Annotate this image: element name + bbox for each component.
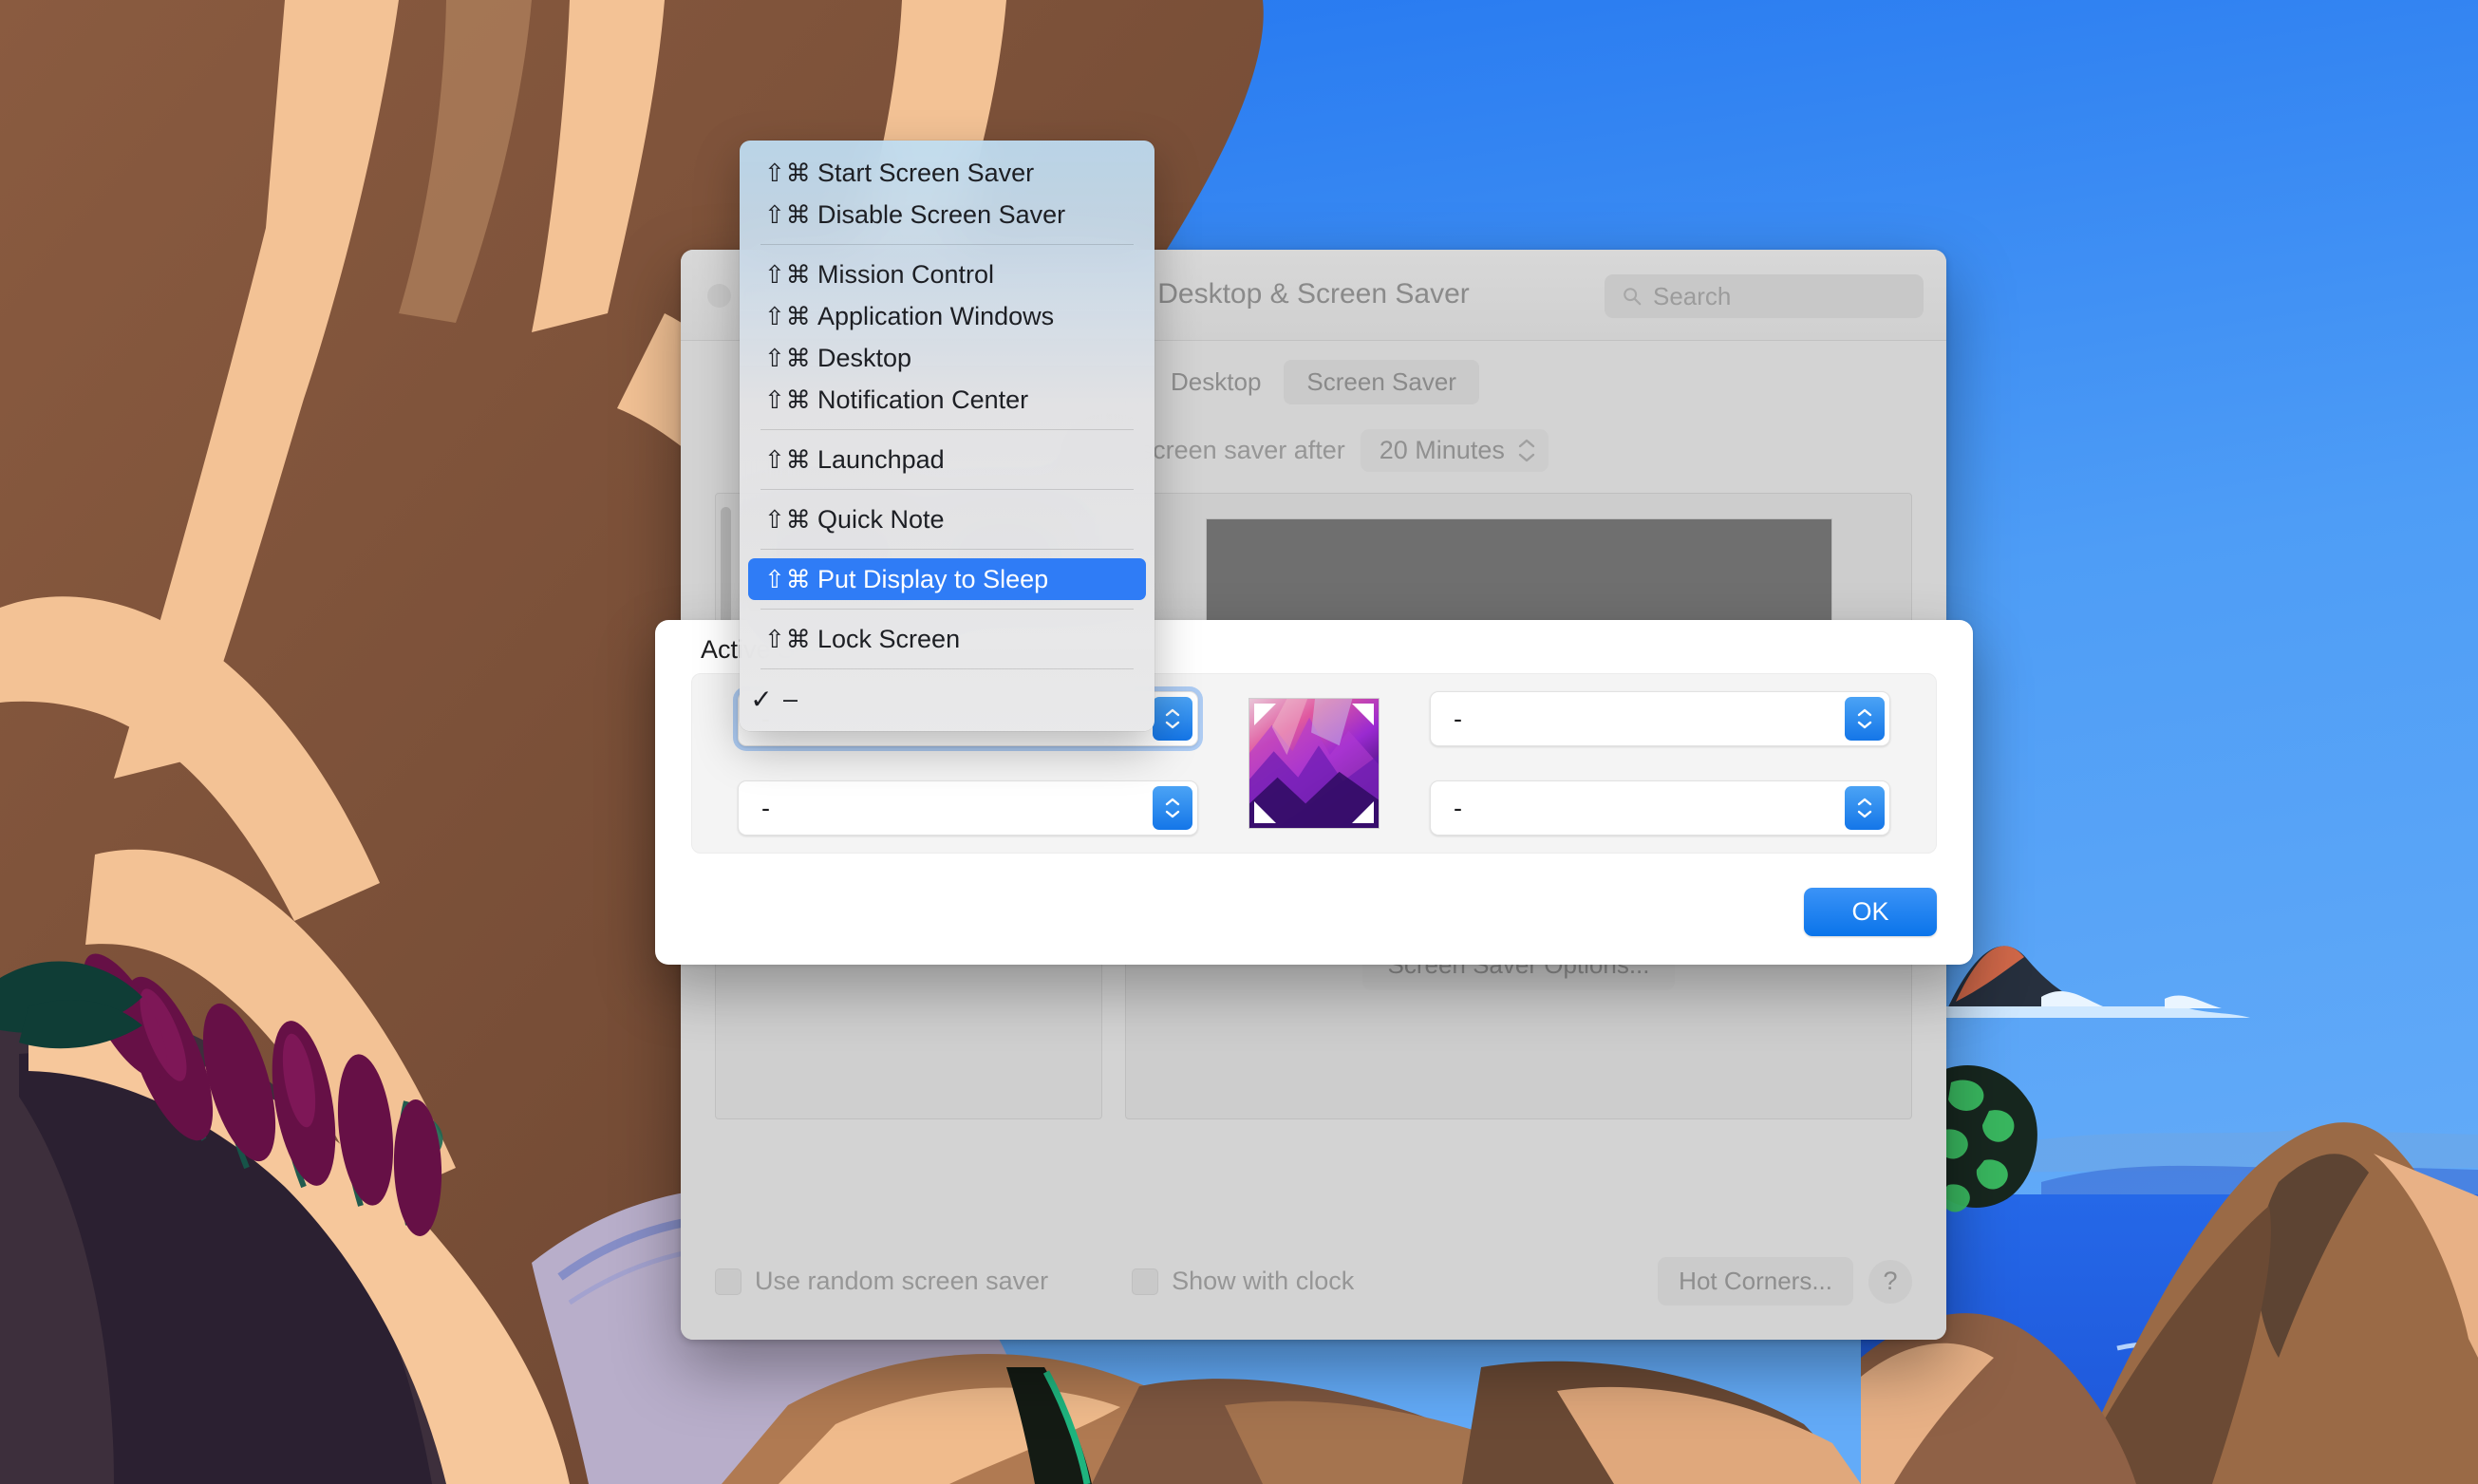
corner-popup-top-right[interactable]: - (1430, 691, 1890, 746)
show-with-clock-label: Show with clock (1172, 1267, 1355, 1295)
shortcut-keys: ⇧⌘ (764, 301, 812, 330)
menu-separator (760, 668, 1134, 669)
ok-button[interactable]: OK (1804, 888, 1937, 936)
menu-item-none[interactable]: ✓ – (740, 678, 1155, 720)
menu-item-launchpad[interactable]: ⇧⌘ Launchpad (740, 439, 1155, 480)
shortcut-keys: ⇧⌘ (764, 624, 812, 653)
tab-desktop[interactable]: Desktop (1148, 360, 1284, 404)
search-placeholder: Search (1653, 281, 1732, 310)
menu-item-disable-screen-saver[interactable]: ⇧⌘ Disable Screen Saver (740, 194, 1155, 235)
stepper-top-right[interactable] (1845, 697, 1885, 741)
menu-separator (760, 244, 1134, 245)
corner-value-bottom-right: - (1454, 793, 1462, 822)
corner-value-bottom-left: - (761, 793, 770, 822)
menu-item-label: Desktop (817, 343, 912, 372)
corner-popup-bottom-right[interactable]: - (1430, 780, 1890, 836)
start-after-value: 20 Minutes (1379, 436, 1505, 464)
menu-item-label: Notification Center (817, 385, 1029, 414)
menu-item-label: Start Screen Saver (817, 158, 1035, 187)
search-field[interactable]: Search (1605, 274, 1924, 318)
tab-screen-saver[interactable]: Screen Saver (1284, 360, 1479, 404)
help-button[interactable]: ? (1868, 1259, 1912, 1304)
stepper-bottom-right[interactable] (1845, 786, 1885, 830)
corner-marker-bottom-left-icon (1254, 801, 1276, 823)
menu-item-label: Lock Screen (817, 624, 961, 653)
shortcut-keys: ⇧⌘ (764, 158, 812, 187)
menu-separator (760, 609, 1134, 610)
menu-item-label: Application Windows (817, 301, 1055, 330)
shortcut-keys: ⇧⌘ (764, 199, 812, 229)
menu-separator (760, 549, 1134, 550)
menu-item-label: Launchpad (817, 444, 945, 474)
menu-item-label: Mission Control (817, 259, 995, 289)
menu-separator (760, 429, 1134, 430)
hot-corners-preview (1248, 698, 1380, 829)
menu-item-application-windows[interactable]: ⇧⌘ Application Windows (740, 295, 1155, 337)
checkmark-icon: ✓ (750, 684, 773, 714)
hot-corner-action-menu: ⇧⌘ Start Screen Saver ⇧⌘ Disable Screen … (740, 141, 1155, 731)
use-random-screen-saver-checkbox[interactable] (715, 1268, 742, 1295)
shortcut-keys: ⇧⌘ (764, 504, 812, 534)
menu-item-quick-note[interactable]: ⇧⌘ Quick Note (740, 498, 1155, 540)
window-footer: Use random screen saver Show with clock … (715, 1257, 1912, 1306)
start-after-popup[interactable]: 20 Minutes (1360, 429, 1549, 472)
stepper-top-left[interactable] (1153, 697, 1192, 741)
shortcut-keys: ⇧⌘ (764, 385, 812, 414)
menu-separator (760, 489, 1134, 490)
corner-marker-top-right-icon (1352, 704, 1374, 725)
menu-item-label: Quick Note (817, 504, 945, 534)
menu-item-put-display-to-sleep[interactable]: ⇧⌘ Put Display to Sleep (748, 558, 1146, 600)
menu-item-desktop[interactable]: ⇧⌘ Desktop (740, 337, 1155, 379)
menu-item-label: Disable Screen Saver (817, 199, 1066, 229)
search-icon (1624, 288, 1642, 306)
hot-corners-button[interactable]: Hot Corners... (1658, 1257, 1853, 1306)
corner-marker-bottom-right-icon (1352, 801, 1374, 823)
shortcut-keys: ⇧⌘ (764, 564, 812, 593)
shortcut-keys: ⇧⌘ (764, 343, 812, 372)
show-with-clock-checkbox[interactable] (1132, 1268, 1159, 1295)
stepper-bottom-left[interactable] (1153, 786, 1192, 830)
menu-item-start-screen-saver[interactable]: ⇧⌘ Start Screen Saver (740, 152, 1155, 194)
shortcut-keys: ⇧⌘ (764, 444, 812, 474)
corner-value-top-right: - (1454, 704, 1462, 733)
chevron-updown-icon (1518, 439, 1535, 462)
shortcut-keys: ⇧⌘ (764, 259, 812, 289)
menu-item-mission-control[interactable]: ⇧⌘ Mission Control (740, 254, 1155, 295)
corner-popup-bottom-left[interactable]: - (738, 780, 1198, 836)
menu-item-notification-center[interactable]: ⇧⌘ Notification Center (740, 379, 1155, 421)
menu-item-label: Put Display to Sleep (817, 564, 1049, 593)
use-random-screen-saver-label: Use random screen saver (755, 1267, 1049, 1295)
corner-marker-top-left-icon (1254, 704, 1276, 725)
menu-item-label: – (783, 684, 798, 713)
menu-item-lock-screen[interactable]: ⇧⌘ Lock Screen (740, 618, 1155, 660)
